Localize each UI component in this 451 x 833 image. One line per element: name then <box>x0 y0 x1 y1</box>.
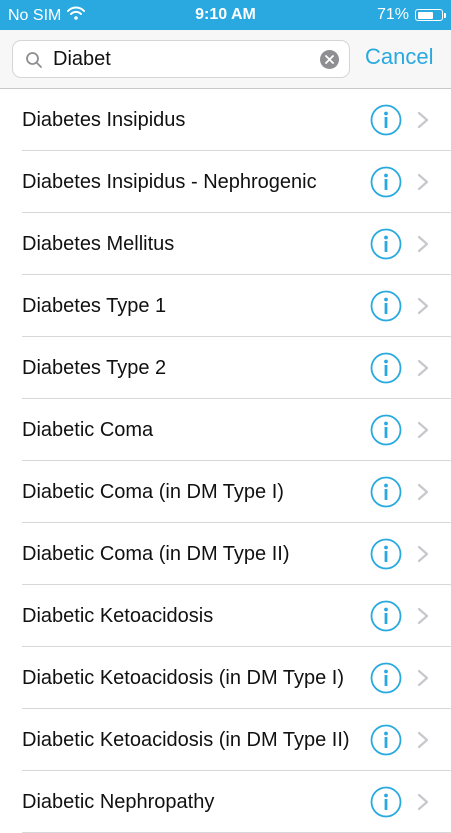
info-circle-icon[interactable] <box>370 104 402 136</box>
chevron-right-icon <box>416 235 430 253</box>
info-circle-icon[interactable] <box>370 786 402 818</box>
chevron-right-icon <box>416 111 430 129</box>
info-circle-icon[interactable] <box>370 166 402 198</box>
clear-x-icon[interactable] <box>320 50 339 69</box>
chevron-right-icon <box>416 297 430 315</box>
list-item[interactable]: Diabetic Coma <box>0 399 451 461</box>
battery-group: 71% <box>376 6 446 24</box>
list-item-label: Diabetic Ketoacidosis <box>22 605 214 627</box>
battery-fill <box>417 11 434 19</box>
battery-icon <box>415 9 446 21</box>
chevron-right-icon <box>416 669 430 687</box>
top-bar: No SIM 9:10 AM 71% Diabet Cancel <box>0 0 451 89</box>
list-item[interactable]: Diabetes Mellitus <box>0 213 451 275</box>
list-item[interactable]: Diabetic Coma (in DM Type II) <box>0 523 451 585</box>
info-circle-icon[interactable] <box>370 352 402 384</box>
list-item[interactable]: Diabetic Nephropathy <box>0 771 451 833</box>
search-field[interactable]: Diabet <box>12 40 350 78</box>
list-item-label: Diabetes Type 2 <box>22 357 167 379</box>
info-circle-icon[interactable] <box>370 538 402 570</box>
list-item-label: Diabetic Coma (in DM Type II) <box>22 543 290 565</box>
list-item-label: Diabetes Insipidus <box>22 109 186 131</box>
chevron-right-icon <box>416 421 430 439</box>
results-list: Diabetes Insipidus Diabetes Insipidus - N… <box>0 89 451 833</box>
list-item[interactable]: Diabetes Type 1 <box>0 275 451 337</box>
chevron-right-icon <box>416 173 430 191</box>
list-item-label: Diabetic Ketoacidosis (in DM Type II) <box>22 729 350 751</box>
list-item-label: Diabetic Nephropathy <box>22 791 215 813</box>
battery-percent: 71% <box>376 6 409 23</box>
info-circle-icon[interactable] <box>370 724 402 756</box>
info-circle-icon[interactable] <box>370 476 402 508</box>
chevron-right-icon <box>416 607 430 625</box>
list-item-label: Diabetes Mellitus <box>22 233 175 255</box>
cancel-button[interactable]: Cancel <box>365 44 433 70</box>
list-item[interactable]: Diabetic Coma (in DM Type I) <box>0 461 451 523</box>
chevron-right-icon <box>416 359 430 377</box>
search-input[interactable]: Diabet <box>53 48 111 71</box>
status-bar: No SIM 9:10 AM 71% <box>0 0 451 30</box>
info-circle-icon[interactable] <box>370 228 402 260</box>
magnifier-icon <box>25 51 43 74</box>
list-item[interactable]: Diabetes Insipidus - Nephrogenic <box>0 151 451 213</box>
list-item-label: Diabetic Coma <box>22 419 154 441</box>
chevron-right-icon <box>416 731 430 749</box>
list-item[interactable]: Diabetic Ketoacidosis (in DM Type II) <box>0 709 451 771</box>
list-item[interactable]: Diabetes Type 2 <box>0 337 451 399</box>
chevron-right-icon <box>416 545 430 563</box>
info-circle-icon[interactable] <box>370 662 402 694</box>
search-row: Diabet Cancel <box>0 30 451 88</box>
info-circle-icon[interactable] <box>370 600 402 632</box>
info-circle-icon[interactable] <box>370 290 402 322</box>
list-item[interactable]: Diabetic Ketoacidosis (in DM Type I) <box>0 647 451 709</box>
list-item-label: Diabetes Type 1 <box>22 295 167 317</box>
chevron-right-icon <box>416 793 430 811</box>
list-item-label: Diabetic Ketoacidosis (in DM Type I) <box>22 667 344 689</box>
list-item-label: Diabetes Insipidus - Nephrogenic <box>22 171 317 193</box>
list-item-label: Diabetic Coma (in DM Type I) <box>22 481 284 503</box>
list-item[interactable]: Diabetes Insipidus <box>0 89 451 151</box>
chevron-right-icon <box>416 483 430 501</box>
info-circle-icon[interactable] <box>370 414 402 446</box>
list-item[interactable]: Diabetic Ketoacidosis <box>0 585 451 647</box>
